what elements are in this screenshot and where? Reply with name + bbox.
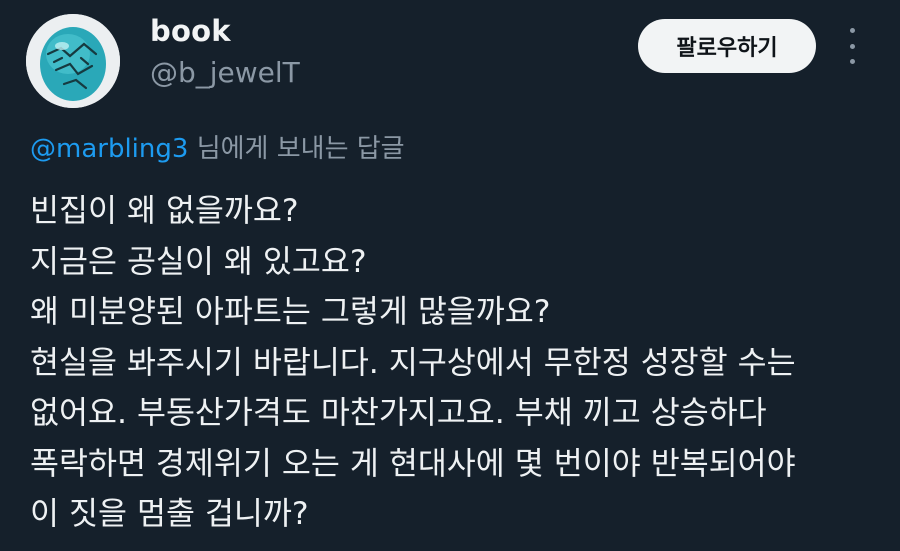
mention-link[interactable]: @marbling3 — [30, 134, 188, 164]
more-options-icon[interactable] — [840, 28, 864, 64]
tweet-line: 빈집이 왜 없을까요? — [30, 193, 299, 229]
follow-button[interactable]: 팔로우하기 — [638, 19, 816, 73]
tweet-line: 지금은 공실이 왜 있고요? — [30, 243, 367, 280]
reply-suffix: 님에게 보내는 답글 — [196, 134, 405, 164]
tweet-line: 이 짓을 멈출 겁니까? — [30, 496, 309, 532]
display-name[interactable]: book — [150, 14, 231, 48]
tweet-line: 현실을 봐주시기 바랍니다. 지구상에서 무한정 성장할 수는 — [30, 344, 796, 381]
tweet-line: 없어요. 부동산가격도 마찬가지고요. 부채 끼고 상승하다 — [30, 395, 767, 431]
avatar[interactable] — [26, 14, 120, 108]
more-dot — [849, 28, 855, 33]
user-handle[interactable]: @b_jewelT — [150, 56, 300, 89]
tweet-line: 폭락하면 경제위기 오는 게 현대사에 몇 번이야 반복되어야 — [30, 445, 796, 482]
tweet-line: 왜 미분양된 아파트는 그렇게 많을까요? — [30, 294, 551, 330]
reply-context: @marbling3 님에게 보내는 답글 — [30, 128, 405, 165]
tweet-text: 빈집이 왜 없을까요? 지금은 공실이 왜 있고요? 왜 미분양된 아파트는 그… — [30, 186, 880, 540]
turquoise-stone-icon — [26, 14, 120, 108]
more-dot — [849, 43, 855, 49]
more-dot — [849, 59, 855, 64]
